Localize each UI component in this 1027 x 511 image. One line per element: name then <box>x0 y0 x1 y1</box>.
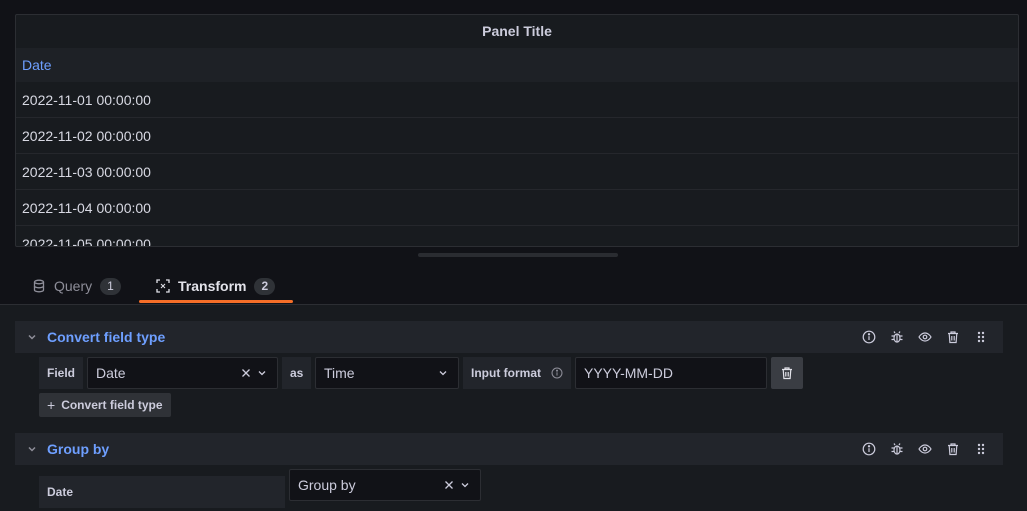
panel-title[interactable]: Panel Title <box>16 15 1018 48</box>
debug-icon[interactable] <box>883 435 911 463</box>
panel-resize-handle[interactable] <box>418 253 618 257</box>
add-button-label: Convert field type <box>61 398 163 412</box>
clear-icon[interactable] <box>444 480 454 490</box>
delete-field-button[interactable] <box>771 357 803 389</box>
transformation-header-convert-field-type[interactable]: Convert field type <box>15 321 1003 353</box>
type-select-value: Time <box>324 365 355 381</box>
table-row: 2022-11-04 00:00:00 <box>16 190 1018 226</box>
eye-icon[interactable] <box>911 435 939 463</box>
table-row: 2022-11-05 00:00:00 <box>16 226 1018 246</box>
chevron-down-icon[interactable] <box>257 368 267 378</box>
table-row: 2022-11-03 00:00:00 <box>16 154 1018 190</box>
debug-icon[interactable] <box>883 323 911 351</box>
add-convert-field-type-button[interactable]: + Convert field type <box>39 393 171 417</box>
tab-query-label: Query <box>54 278 93 294</box>
table-row: 2022-11-01 00:00:00 <box>16 82 1018 118</box>
transformation-title: Convert field type <box>47 329 166 345</box>
panel: Panel Title Date 2022-11-01 00:00:00 202… <box>15 14 1019 247</box>
tab-query[interactable]: Query 1 <box>32 268 121 304</box>
column-header-date[interactable]: Date <box>16 48 1018 82</box>
field-label: Field <box>39 357 83 389</box>
trash-icon[interactable] <box>939 323 967 351</box>
drag-handle-icon[interactable] <box>967 435 995 463</box>
transformation-actions <box>855 433 995 465</box>
trash-icon[interactable] <box>939 435 967 463</box>
info-icon[interactable] <box>551 367 563 379</box>
chevron-down-icon[interactable] <box>25 442 39 456</box>
tab-transform[interactable]: Transform 2 <box>156 268 276 304</box>
group-by-field-label: Date <box>39 476 285 508</box>
transformation-title: Group by <box>47 441 110 457</box>
chevron-down-icon[interactable] <box>438 368 448 378</box>
input-format-field[interactable]: YYYY-MM-DD <box>575 357 767 389</box>
transformation-header-group-by[interactable]: Group by <box>15 433 1003 465</box>
group-by-select[interactable]: Group by <box>289 469 481 501</box>
trash-icon <box>780 366 794 380</box>
eye-icon[interactable] <box>911 323 939 351</box>
editor-tabs: Query 1 Transform 2 <box>0 268 1027 304</box>
database-icon <box>32 279 46 293</box>
tab-transform-label: Transform <box>178 278 247 294</box>
active-tab-indicator <box>139 300 293 303</box>
type-select[interactable]: Time <box>315 357 459 389</box>
drag-handle-icon[interactable] <box>967 323 995 351</box>
clear-icon[interactable] <box>241 368 251 378</box>
table-row: 2022-11-02 00:00:00 <box>16 118 1018 154</box>
field-select-value: Date <box>96 365 126 381</box>
as-label: as <box>282 357 311 389</box>
chevron-down-icon[interactable] <box>460 480 470 490</box>
info-icon[interactable] <box>855 323 883 351</box>
transformation-actions <box>855 321 995 353</box>
field-select[interactable]: Date <box>87 357 278 389</box>
tab-transform-count: 2 <box>254 277 276 295</box>
plus-icon: + <box>47 397 56 413</box>
chevron-down-icon[interactable] <box>25 330 39 344</box>
info-icon[interactable] <box>855 435 883 463</box>
tab-query-count: 1 <box>100 277 121 295</box>
transform-icon <box>156 279 170 293</box>
input-format-label: Input format <box>463 357 571 389</box>
group-by-select-value: Group by <box>298 477 356 493</box>
input-format-label-text: Input format <box>471 366 541 380</box>
